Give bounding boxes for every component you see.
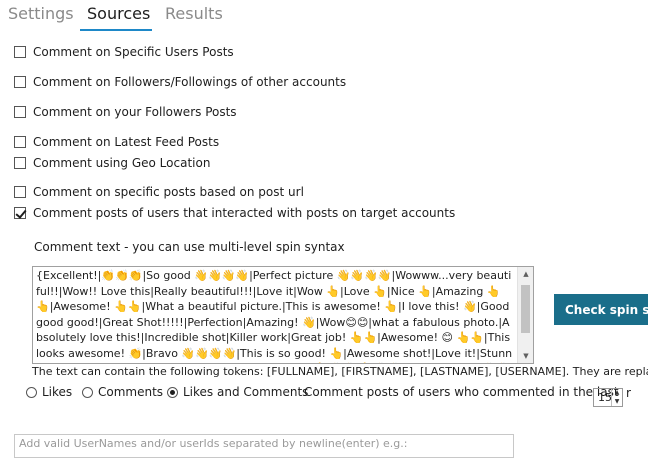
checkbox[interactable] <box>14 136 26 148</box>
tokens-hint: The text can contain the following token… <box>32 365 648 378</box>
radio-label: Comments <box>98 385 164 399</box>
commented-in-last-stepper[interactable]: 15 ▲ ▼ <box>593 388 623 407</box>
radio-button[interactable] <box>82 386 93 398</box>
option-label: Comment on Followers/Followings of other… <box>33 75 347 89</box>
option-latest-feed-posts[interactable]: Comment on Latest Feed Posts <box>14 134 219 150</box>
option-label: Comment on your Followers Posts <box>33 105 237 119</box>
option-label: Comment on Specific Users Posts <box>33 45 234 59</box>
comment-text-value: {Excellent!|👏👏👏|So good 👋👋👋👋|Perfect pic… <box>36 269 513 363</box>
comment-text-label: Comment text - you can use multi-level s… <box>34 240 345 254</box>
radio-likes-and-comments[interactable]: Likes and Comments <box>167 384 308 400</box>
scroll-thumb[interactable] <box>521 285 530 333</box>
radio-label: Likes and Comments <box>183 385 309 399</box>
option-geo-location[interactable]: Comment using Geo Location <box>14 155 210 171</box>
option-label: Comment on specific posts based on post … <box>33 185 304 199</box>
usernames-input[interactable]: Add valid UserNames and/or userIds separ… <box>14 434 514 458</box>
checkbox[interactable] <box>14 106 26 118</box>
radio-label: Likes <box>42 385 73 399</box>
scroll-up-icon[interactable]: ▲ <box>518 267 533 281</box>
option-interacted-target-accounts[interactable]: Comment posts of users that interacted w… <box>14 205 455 221</box>
check-spin-syntax-button[interactable]: Check spin synta <box>554 294 648 325</box>
comment-text-area[interactable]: {Excellent!|👏👏👏|So good 👋👋👋👋|Perfect pic… <box>32 266 534 364</box>
option-label: Comment posts of users that interacted w… <box>33 206 456 220</box>
tab-results[interactable]: Results <box>165 4 223 23</box>
checkbox[interactable] <box>14 186 26 198</box>
checkbox[interactable] <box>14 157 26 169</box>
option-label: Comment on Latest Feed Posts <box>33 135 220 149</box>
checkbox[interactable] <box>14 46 26 58</box>
tab-sources[interactable]: Sources <box>87 4 150 23</box>
stepper-down-icon[interactable]: ▼ <box>612 398 622 406</box>
tab-settings[interactable]: Settings <box>8 4 74 23</box>
radio-button-selected[interactable] <box>167 386 178 398</box>
active-tab-indicator <box>80 29 152 31</box>
radio-button[interactable] <box>26 386 37 398</box>
stepper-up-icon[interactable]: ▲ <box>612 389 622 397</box>
textarea-scrollbar[interactable]: ▲ ▼ <box>517 267 533 363</box>
stepper-unit-text: r <box>626 386 631 400</box>
checkbox[interactable] <box>14 76 26 88</box>
commented-in-last-label: Comment posts of users who commented in … <box>304 385 619 399</box>
radio-likes[interactable]: Likes <box>26 384 72 400</box>
option-label: Comment using Geo Location <box>33 156 211 170</box>
radio-comments[interactable]: Comments <box>82 384 163 400</box>
checkbox-checked[interactable] <box>14 207 26 219</box>
option-followers-followings[interactable]: Comment on Followers/Followings of other… <box>14 74 346 90</box>
option-your-followers-posts[interactable]: Comment on your Followers Posts <box>14 104 237 120</box>
option-post-url[interactable]: Comment on specific posts based on post … <box>14 184 304 200</box>
option-specific-users-posts[interactable]: Comment on Specific Users Posts <box>14 44 234 60</box>
scroll-down-icon[interactable]: ▼ <box>518 349 533 363</box>
